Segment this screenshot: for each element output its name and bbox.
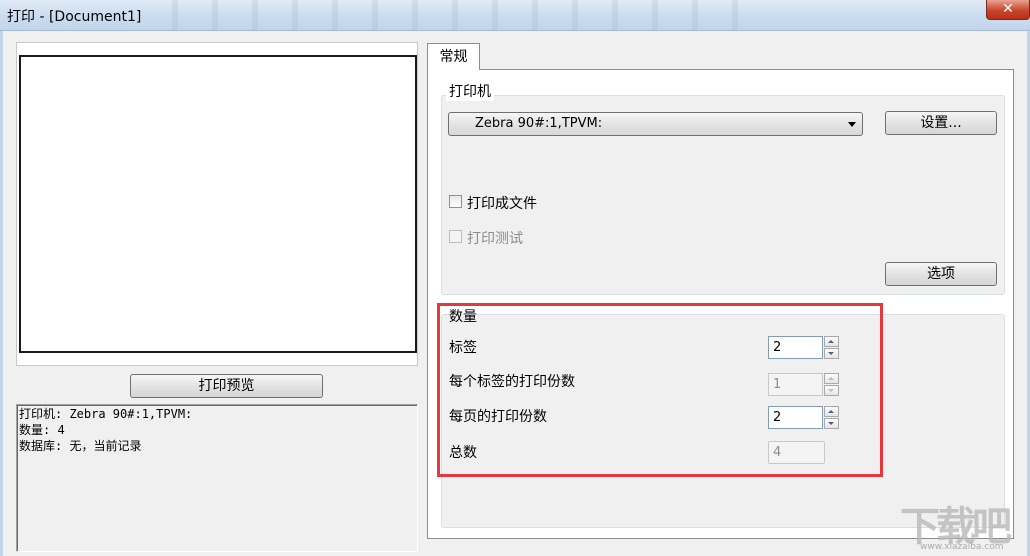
printer-group-label: 打印机 xyxy=(446,81,494,101)
window-title: 打印 - [Document1] xyxy=(7,9,142,25)
copies-per-label-input: 1 xyxy=(768,373,823,396)
print-to-file-label[interactable]: 打印成文件 xyxy=(467,193,537,213)
stepper-up-icon[interactable] xyxy=(824,406,839,417)
label-preview xyxy=(19,55,417,353)
close-button[interactable]: ✕ xyxy=(986,0,1030,20)
copies-per-label-stepper xyxy=(824,373,839,396)
stepper-down-icon[interactable] xyxy=(824,418,839,429)
summary-quantity: 数量: 4 xyxy=(19,423,65,437)
copies-per-label-label: 每个标签的打印份数 xyxy=(449,374,575,390)
copies-per-page-label: 每页的打印份数 xyxy=(449,409,547,425)
title-bar: 打印 - [Document1] ✕ xyxy=(0,0,1030,31)
print-preview-button[interactable]: 打印预览 xyxy=(130,374,323,398)
print-summary: 打印机: Zebra 90#:1,TPVM: 数量: 4 数据库: 无，当前记录 xyxy=(16,404,418,552)
labels-stepper[interactable] xyxy=(824,336,839,359)
printer-select-value: Zebra 90#:1,TPVM: xyxy=(475,116,603,131)
printer-settings-button[interactable]: 设置... xyxy=(885,111,997,135)
print-test-label: 打印测试 xyxy=(467,231,523,247)
labels-input[interactable]: 2 xyxy=(768,336,823,359)
background-toolbar-ghost xyxy=(150,0,770,31)
options-button[interactable]: 选项 xyxy=(885,262,997,286)
quantity-group-label: 数量 xyxy=(449,309,477,325)
chevron-down-icon xyxy=(848,122,856,127)
tab-general[interactable]: 常规 xyxy=(427,43,480,70)
labels-label: 标签 xyxy=(449,340,477,356)
stepper-down-icon xyxy=(824,385,839,396)
total-value: 4 xyxy=(768,441,825,464)
print-test-checkbox xyxy=(449,230,462,243)
summary-database: 数据库: 无，当前记录 xyxy=(19,439,142,453)
copies-per-page-stepper[interactable] xyxy=(824,406,839,429)
stepper-up-icon xyxy=(824,373,839,384)
print-to-file-checkbox[interactable] xyxy=(449,195,462,208)
total-label: 总数 xyxy=(449,445,477,461)
printer-select[interactable]: Zebra 90#:1,TPVM: xyxy=(448,112,863,136)
stepper-up-icon[interactable] xyxy=(824,336,839,347)
summary-printer: 打印机: Zebra 90#:1,TPVM: xyxy=(19,407,193,421)
stepper-down-icon[interactable] xyxy=(824,348,839,359)
watermark-url: www.xiazaiba.com xyxy=(920,542,1004,552)
copies-per-page-input[interactable]: 2 xyxy=(768,406,823,429)
